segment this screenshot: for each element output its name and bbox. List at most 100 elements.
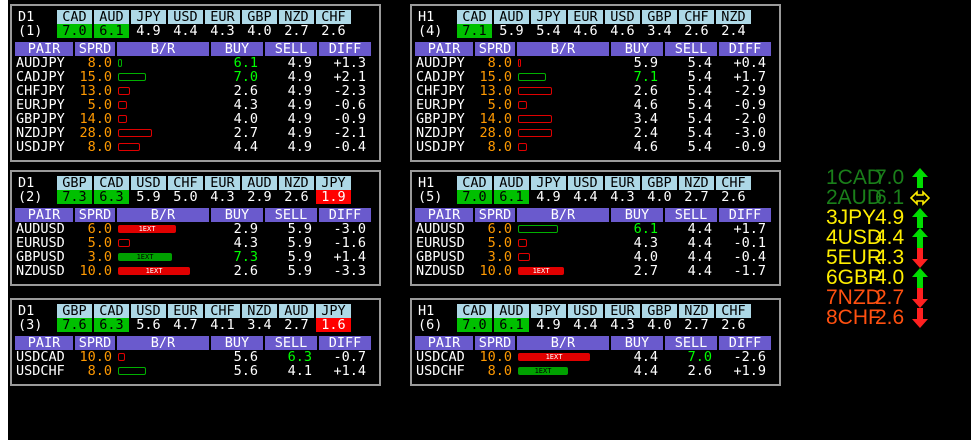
pair-name[interactable]: CHFJPY (414, 84, 474, 98)
strength-value: 2.9 (247, 190, 272, 204)
table-row[interactable]: CADJPY 15.0 7.1 5.4 +1.7 (414, 70, 773, 84)
table-row[interactable]: AUDJPY 8.0 6.1 4.9 +1.3 (14, 56, 373, 70)
diff-value: -0.1 (733, 236, 766, 250)
strength-value: 2.6 (721, 190, 746, 204)
strength-value: 4.3 (610, 190, 635, 204)
sell-value: 5.9 (287, 236, 312, 250)
strength-value: 4.9 (136, 24, 161, 38)
sell-value: 5.4 (687, 98, 712, 112)
currency-label: GBP (642, 176, 677, 190)
table-row[interactable]: USDJPY 8.0 4.4 4.9 -0.4 (14, 140, 373, 154)
table-row[interactable]: EURUSD 5.0 4.3 4.4 -0.1 (414, 236, 773, 250)
spread-value: 6.0 (87, 222, 112, 236)
buy-value: 6.1 (233, 56, 258, 70)
pair-name[interactable]: GBPJPY (14, 112, 74, 126)
table-row[interactable]: NZDUSD 10.0 1EXT 2.7 4.4 -1.7 (414, 264, 773, 278)
table-row[interactable]: GBPUSD 3.0 4.0 4.4 -0.4 (414, 250, 773, 264)
buy-ratio-cell (516, 70, 610, 84)
pair-name[interactable]: USDCAD (414, 350, 474, 364)
table-row[interactable]: CADJPY 15.0 7.0 4.9 +2.1 (14, 70, 373, 84)
pair-name[interactable]: GBPUSD (414, 250, 474, 264)
pair-name[interactable]: USDCHF (414, 364, 474, 378)
pair-name[interactable]: USDCHF (14, 364, 74, 378)
up-icon (910, 207, 930, 229)
table-row[interactable]: USDCHF 8.0 5.6 4.1 +1.4 (14, 364, 373, 378)
table-row[interactable]: EURJPY 5.0 4.3 4.9 -0.6 (14, 98, 373, 112)
strength-value: 2.6 (284, 190, 309, 204)
table-row[interactable]: USDCAD 10.0 5.6 6.3 -0.7 (14, 350, 373, 364)
pair-name[interactable]: EURJPY (14, 98, 74, 112)
pair-name[interactable]: GBPUSD (14, 250, 74, 264)
table-row[interactable]: USDJPY 8.0 4.6 5.4 -0.9 (414, 140, 773, 154)
spread-value: 14.0 (479, 112, 512, 126)
sell-value: 5.9 (287, 264, 312, 278)
table-row[interactable]: CHFJPY 13.0 2.6 5.4 -2.9 (414, 84, 773, 98)
table-row[interactable]: AUDUSD 6.0 1EXT 2.9 5.9 -3.0 (14, 222, 373, 236)
table-row[interactable]: AUDUSD 6.0 6.1 4.4 +1.7 (414, 222, 773, 236)
sell-value: 4.4 (687, 250, 712, 264)
ratio-bar (518, 87, 552, 95)
table-header-row: PAIR SPRD B/R BUY SELL DIFF (14, 336, 373, 350)
table-row[interactable]: NZDUSD 10.0 1EXT 2.6 5.9 -3.3 (14, 264, 373, 278)
pair-name[interactable]: NZDJPY (14, 126, 74, 140)
column-header: BUY (211, 42, 263, 56)
diff-value: -2.3 (333, 84, 366, 98)
table-row[interactable]: USDCHF 8.0 1EXT 4.4 2.6 +1.9 (414, 364, 773, 378)
timeframe-label: H1 (418, 304, 435, 318)
spread-value: 8.0 (487, 364, 512, 378)
pair-name[interactable]: USDJPY (14, 140, 74, 154)
pair-name[interactable]: NZDJPY (414, 126, 474, 140)
buy-value: 4.6 (633, 140, 658, 154)
table-row[interactable]: GBPUSD 3.0 1EXT 7.3 5.9 +1.4 (14, 250, 373, 264)
spread-value: 5.0 (487, 236, 512, 250)
currency-label: NZD (679, 176, 714, 190)
pair-name[interactable]: USDCAD (14, 350, 74, 364)
buy-ratio-cell (116, 236, 210, 250)
table-row[interactable]: EURJPY 5.0 4.6 5.4 -0.9 (414, 98, 773, 112)
pair-name[interactable]: AUDJPY (14, 56, 74, 70)
table-row[interactable]: NZDJPY 28.0 2.4 5.4 -3.0 (414, 126, 773, 140)
pair-name[interactable]: NZDUSD (414, 264, 474, 278)
panel-d1-3: D1 GBP CAD USD EUR CHF NZD AUD JPY (3) 7.6 6.3 5.6 4.… (10, 298, 381, 386)
strength-value: 4.9 (536, 190, 561, 204)
pair-name[interactable]: CADJPY (14, 70, 74, 84)
pair-name[interactable]: AUDUSD (14, 222, 74, 236)
pair-name[interactable]: NZDUSD (14, 264, 74, 278)
currency-label: CAD (457, 304, 492, 318)
currency-label: EUR (168, 304, 203, 318)
strength-score: 6.1 (875, 186, 905, 209)
pair-name[interactable]: CADJPY (414, 70, 474, 84)
pair-name[interactable]: EURUSD (414, 236, 474, 250)
table-row[interactable]: USDCAD 10.0 1EXT 4.4 7.0 -2.6 (414, 350, 773, 364)
currency-rank: 6GBP (826, 266, 883, 289)
pair-name[interactable]: USDJPY (414, 140, 474, 154)
table-row[interactable]: GBPJPY 14.0 3.4 5.4 -2.0 (414, 112, 773, 126)
buy-ratio-cell (516, 98, 610, 112)
table-row[interactable]: EURUSD 5.0 4.3 5.9 -1.6 (14, 236, 373, 250)
table-row[interactable]: CHFJPY 13.0 2.6 4.9 -2.3 (14, 84, 373, 98)
currency-rank: 1CAD (826, 166, 883, 189)
sell-value: 5.4 (687, 70, 712, 84)
diff-value: -0.7 (333, 350, 366, 364)
pair-name[interactable]: CHFJPY (14, 84, 74, 98)
pair-name[interactable]: AUDUSD (414, 222, 474, 236)
table-row[interactable]: NZDJPY 28.0 2.7 4.9 -2.1 (14, 126, 373, 140)
column-header: SELL (665, 336, 717, 350)
strength-row: 2AUD 6.1 (826, 186, 966, 209)
pair-name[interactable]: AUDJPY (414, 56, 474, 70)
column-header: SELL (665, 208, 717, 222)
pair-name[interactable]: EURJPY (414, 98, 474, 112)
pair-name[interactable]: GBPJPY (414, 112, 474, 126)
strength-value: 4.9 (536, 318, 561, 332)
pair-name[interactable]: EURUSD (14, 236, 74, 250)
panel-index: (6) (418, 318, 443, 332)
table-row[interactable]: AUDJPY 8.0 5.9 5.4 +0.4 (414, 56, 773, 70)
diff-value: -0.4 (333, 140, 366, 154)
ratio-bar (518, 129, 552, 137)
buy-value: 4.0 (633, 250, 658, 264)
currency-header-row: D1 GBP CAD USD EUR CHF NZD AUD JPY (14, 304, 373, 318)
column-header: SPRD (75, 208, 115, 222)
column-header: SELL (265, 208, 317, 222)
currency-rank: 7NZD (826, 286, 881, 309)
table-row[interactable]: GBPJPY 14.0 4.0 4.9 -0.9 (14, 112, 373, 126)
